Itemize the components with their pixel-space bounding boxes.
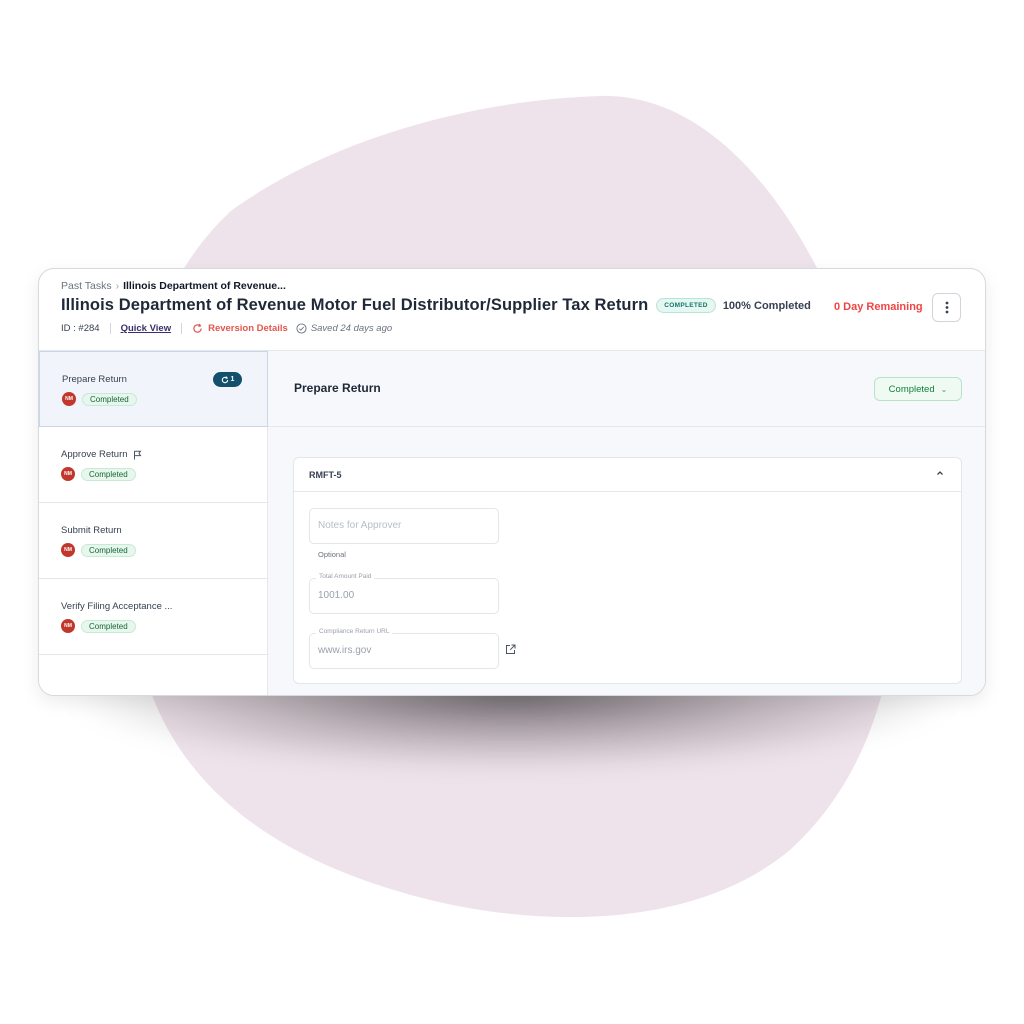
url-label: Compliance Return URL xyxy=(316,628,393,635)
chevron-up-icon[interactable] xyxy=(935,468,945,478)
avatar: NM xyxy=(61,467,75,481)
step-approve-return[interactable]: Approve Return NM Completed xyxy=(39,427,268,503)
avatar: NM xyxy=(61,543,75,557)
revision-count: 1 xyxy=(230,376,235,383)
task-header: Past Tasks › Illinois Department of Revenu… xyxy=(39,269,985,351)
saved-status: Saved 24 days ago xyxy=(296,323,392,334)
step-status-badge: Completed xyxy=(81,544,136,557)
status-select-value: Completed xyxy=(888,383,935,395)
step-prepare-return[interactable]: Prepare Return 1 NM Completed xyxy=(39,351,268,427)
step-status-badge: Completed xyxy=(82,393,137,406)
chevron-down-icon: ⌄ xyxy=(940,384,948,394)
task-meta: ID : #284 Quick View Reversion Details S… xyxy=(61,323,392,334)
chevron-right-icon: › xyxy=(115,280,120,292)
breadcrumb-current: Illinois Department of Revenue... xyxy=(123,280,286,292)
total-amount-paid-input[interactable]: Total Amount Paid 1001.00 xyxy=(309,573,499,614)
panel-header[interactable]: RMFT-5 xyxy=(294,458,961,492)
task-id: ID : #284 xyxy=(61,323,100,334)
revision-count-badge: 1 xyxy=(213,372,242,387)
notes-placeholder: Notes for Approver xyxy=(318,520,402,531)
form-panel: RMFT-5 Notes for Approver Optional Total… xyxy=(293,457,962,684)
step-detail-header: Prepare Return Completed ⌄ xyxy=(268,351,985,427)
task-card: Past Tasks › Illinois Department of Revenu… xyxy=(38,268,986,696)
quick-view-link[interactable]: Quick View xyxy=(121,323,172,334)
external-link-icon[interactable] xyxy=(505,644,516,655)
step-label: Verify Filing Acceptance ... xyxy=(61,601,173,612)
kebab-menu-icon xyxy=(945,301,948,314)
reversion-details-label: Reversion Details xyxy=(208,323,288,334)
step-label: Prepare Return xyxy=(62,374,127,385)
days-remaining: 0 Day Remaining xyxy=(834,301,923,313)
compliance-return-url-input[interactable]: Compliance Return URL www.irs.gov xyxy=(309,628,499,669)
reversion-details-link[interactable]: Reversion Details xyxy=(192,323,288,334)
breadcrumb-parent[interactable]: Past Tasks xyxy=(61,280,112,292)
step-verify-filing-acceptance[interactable]: Verify Filing Acceptance ... NM Complete… xyxy=(39,579,268,655)
step-detail: Prepare Return Completed ⌄ RMFT-5 Notes … xyxy=(268,351,985,695)
notes-helper-text: Optional xyxy=(318,550,346,559)
reversion-icon xyxy=(221,375,228,383)
saved-check-icon xyxy=(296,323,307,334)
steps-sidebar: Prepare Return 1 NM Completed Approve Re… xyxy=(39,351,268,695)
page-title: Illinois Department of Revenue Motor Fue… xyxy=(61,296,649,314)
saved-text: Saved 24 days ago xyxy=(310,323,393,334)
status-badge: COMPLETED xyxy=(656,298,716,313)
step-label: Approve Return xyxy=(61,449,128,460)
avatar: NM xyxy=(62,392,76,406)
step-title: Prepare Return xyxy=(294,381,381,395)
divider xyxy=(109,323,111,334)
divider xyxy=(181,323,183,334)
flag-icon xyxy=(133,450,141,459)
avatar: NM xyxy=(61,619,75,633)
step-status-badge: Completed xyxy=(81,620,136,633)
step-submit-return[interactable]: Submit Return NM Completed xyxy=(39,503,268,579)
more-options-button[interactable] xyxy=(932,293,961,322)
url-value: www.irs.gov xyxy=(318,645,372,656)
status-select[interactable]: Completed ⌄ xyxy=(874,377,962,401)
progress-text: 100% Completed xyxy=(722,299,811,312)
notes-for-approver-input[interactable]: Notes for Approver xyxy=(309,508,499,544)
breadcrumb: Past Tasks › Illinois Department of Revenu… xyxy=(61,280,286,292)
panel-title: RMFT-5 xyxy=(309,470,342,480)
reversion-icon xyxy=(193,323,202,333)
step-label: Submit Return xyxy=(61,525,122,536)
step-status-badge: Completed xyxy=(81,468,136,481)
amount-label: Total Amount Paid xyxy=(316,573,375,580)
step-label-row: Approve Return xyxy=(61,449,142,460)
amount-value: 1001.00 xyxy=(318,590,355,601)
